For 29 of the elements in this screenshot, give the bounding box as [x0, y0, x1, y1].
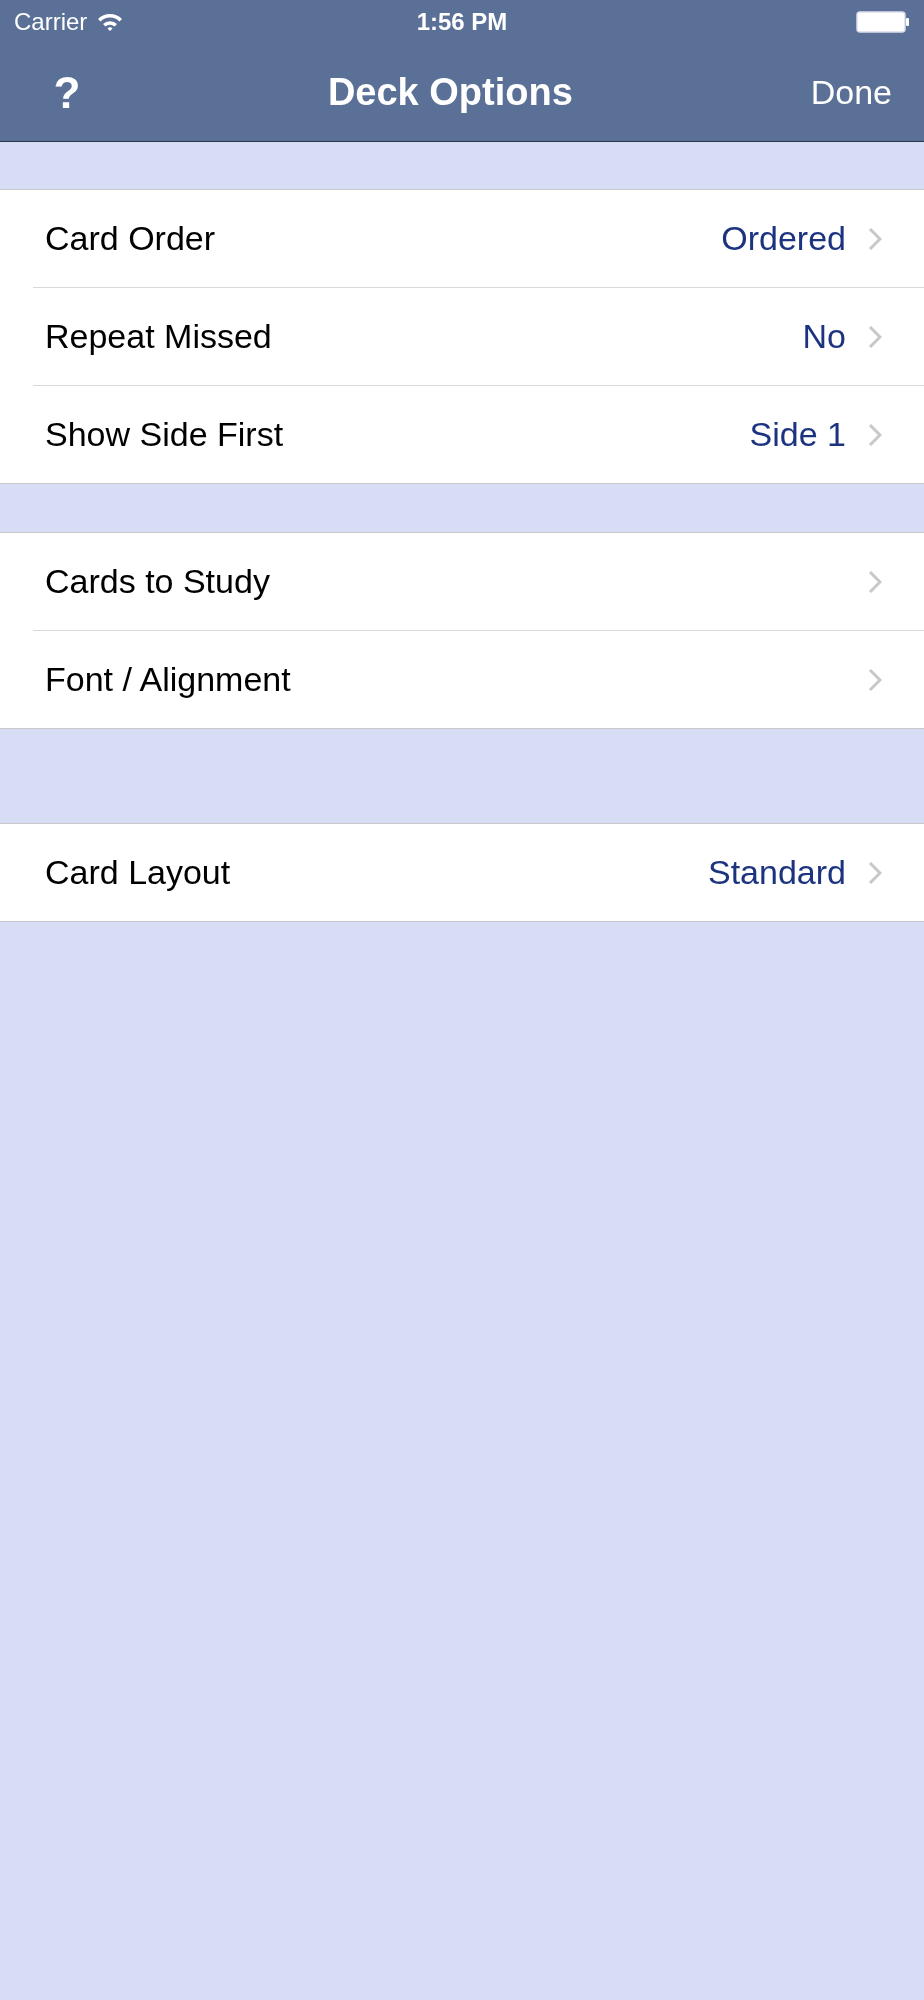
- chevron-icon: [868, 569, 882, 594]
- carrier-name: Carrier: [14, 8, 88, 36]
- settings-row[interactable]: Card Order Ordered: [33, 190, 924, 288]
- settings-row[interactable]: Card Layout Standard: [33, 824, 924, 921]
- chevron-icon: [868, 226, 882, 251]
- chevron-icon: [868, 422, 882, 447]
- settings-row[interactable]: Cards to Study: [33, 533, 924, 631]
- row-value: No: [802, 317, 846, 356]
- settings-row[interactable]: Show Side First Side 1: [33, 386, 924, 483]
- row-value: Standard: [708, 853, 846, 892]
- row-label: Cards to Study: [44, 562, 270, 601]
- chevron-icon: [868, 324, 882, 349]
- done-button[interactable]: Done: [806, 69, 896, 116]
- battery-icon: [856, 11, 910, 33]
- help-button[interactable]: ?: [40, 63, 94, 122]
- row-value: Side 1: [749, 415, 846, 454]
- row-label: Repeat Missed: [44, 317, 272, 356]
- chevron-icon: [868, 667, 882, 692]
- chevron-icon: [868, 860, 882, 885]
- screen-title: Deck Options: [327, 71, 573, 114]
- settings-row[interactable]: Font / Alignment: [33, 631, 924, 728]
- row-label: Show Side First: [44, 415, 284, 454]
- row-label: Card Order: [44, 219, 216, 258]
- row-value: Ordered: [721, 219, 846, 258]
- row-label: Card Layout: [44, 853, 231, 892]
- row-label: Font / Alignment: [44, 660, 291, 699]
- settings-row[interactable]: Repeat Missed No: [33, 288, 924, 386]
- wifi-icon: [97, 12, 124, 32]
- clock-time: 1:56 PM: [416, 8, 508, 36]
